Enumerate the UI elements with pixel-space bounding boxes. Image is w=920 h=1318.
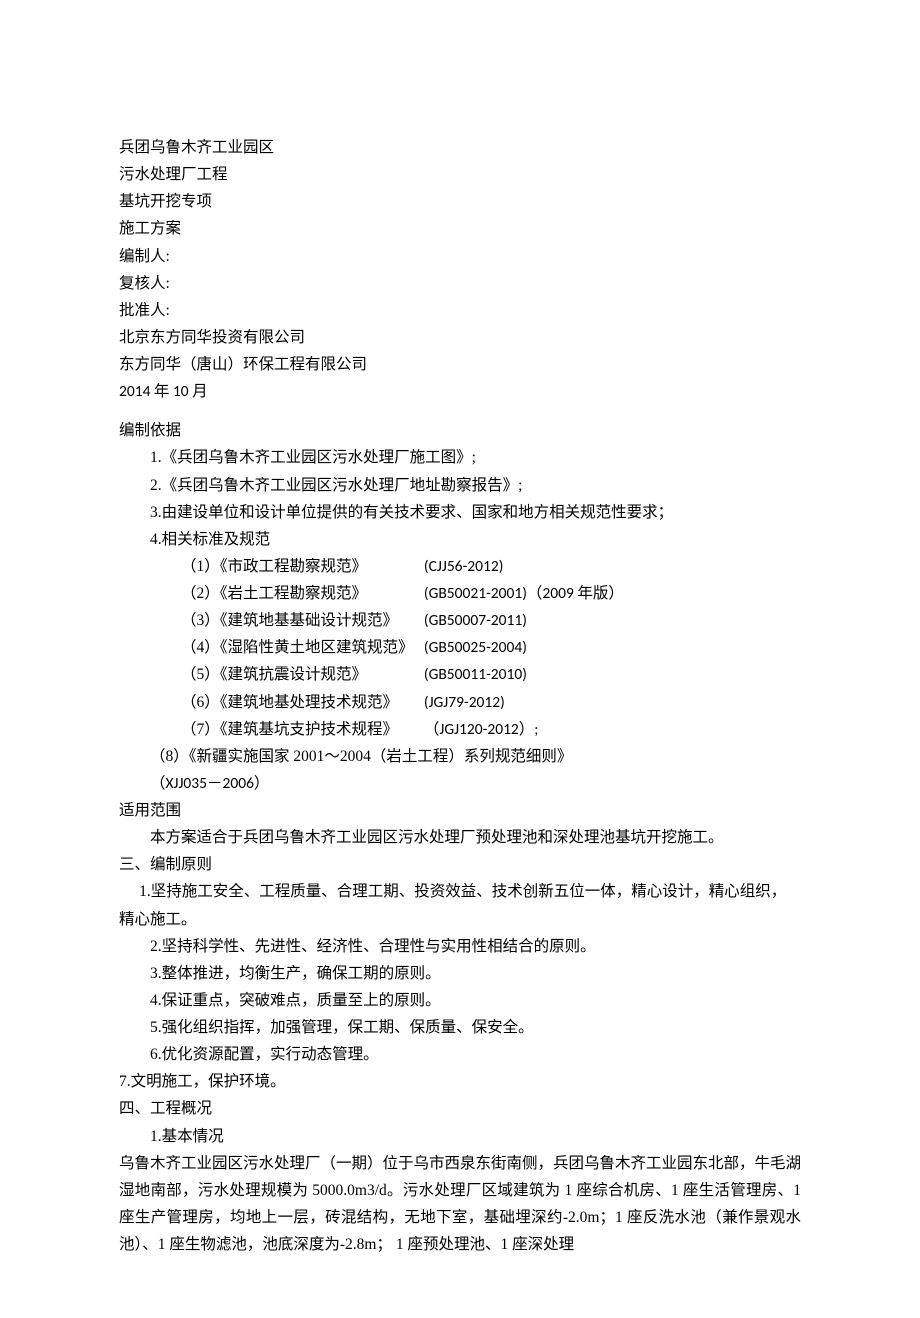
- company-line: 东方同华（唐山）环保工程有限公司: [119, 351, 801, 378]
- standard-name: （5）《建筑抗震设计规范》: [150, 661, 420, 688]
- list-item: 7.文明施工，保护环境。: [119, 1068, 801, 1095]
- standard-row: （1）《市政工程勘察规范》 (CJJ56-2012): [119, 553, 801, 580]
- list-item: 1.坚持施工安全、工程质量、合理工期、投资效益、技术创新五位一体，精心设计，精心…: [119, 878, 801, 932]
- date-line: 2014 年 10 月: [119, 378, 801, 405]
- standard-name: （1）《市政工程勘察规范》: [150, 553, 420, 580]
- standard-code: （JGJ120-2012）;: [424, 720, 539, 739]
- standard-code: (GB50025-2004): [424, 638, 527, 657]
- paragraph: 乌鲁木齐工业园区污水处理厂（一期）位于乌市西泉东街南侧，兵团乌鲁木齐工业园东北部…: [119, 1150, 801, 1259]
- standard-row: （2）《岩土工程勘察规范》 (GB50021-2001)（2009 年版）: [119, 580, 801, 607]
- standard-code-line: （XJJ035－2006）: [119, 770, 801, 797]
- standard-name: （6）《建筑地基处理技术规范》: [150, 689, 420, 716]
- standard-code: (GB50007-2011): [424, 611, 527, 630]
- standard-row: （3）《建筑地基基础设计规范》 (GB50007-2011): [119, 607, 801, 634]
- reviewer-line: 复核人:: [119, 270, 801, 297]
- title-block: 兵团乌鲁木齐工业园区 污水处理厂工程 基坑开挖专项 施工方案 编制人: 复核人:…: [119, 134, 801, 405]
- standard-row: （5）《建筑抗震设计规范》 (GB50011-2010): [119, 661, 801, 688]
- paragraph: 本方案适合于兵团乌鲁木齐工业园区污水处理厂预处理池和深处理池基坑开挖施工。: [119, 824, 801, 851]
- standard-name: （2）《岩土工程勘察规范》: [150, 580, 420, 607]
- standard-row: （8）《新疆实施国家 2001～2004（岩土工程）系列规范细则》: [119, 743, 801, 770]
- list-item: 6.优化资源配置，实行动态管理。: [119, 1041, 801, 1068]
- list-item: 4.保证重点，突破难点，质量至上的原则。: [119, 987, 801, 1014]
- title-line: 基坑开挖专项: [119, 188, 801, 215]
- standard-name: （7）《建筑基坑支护技术规程》: [150, 716, 420, 743]
- list-item: 3.由建设单位和设计单位提供的有关技术要求、国家和地方相关规范性要求；: [119, 499, 801, 526]
- company-line: 北京东方同华投资有限公司: [119, 324, 801, 351]
- title-line: 兵团乌鲁木齐工业园区: [119, 134, 801, 161]
- approver-line: 批准人:: [119, 297, 801, 324]
- title-line: 施工方案: [119, 215, 801, 242]
- standard-row: （6）《建筑地基处理技术规范》 (JGJ79-2012): [119, 689, 801, 716]
- section-heading-overview: 四、工程概况: [119, 1095, 801, 1122]
- standard-name: （4）《湿陷性黄土地区建筑规范》: [150, 634, 420, 661]
- standard-code: (GB50021-2001)（2009 年版）: [424, 584, 624, 603]
- standard-code: (CJJ56-2012): [424, 557, 504, 576]
- list-item: 1.《兵团乌鲁木齐工业园区污水处理厂施工图》;: [119, 444, 801, 471]
- standard-row: （4）《湿陷性黄土地区建筑规范》 (GB50025-2004): [119, 634, 801, 661]
- section-heading-basis: 编制依据: [119, 405, 801, 444]
- standard-row: （7）《建筑基坑支护技术规程》 （JGJ120-2012）;: [119, 716, 801, 743]
- list-item: 5.强化组织指挥，加强管理，保工期、保质量、保安全。: [119, 1014, 801, 1041]
- document-page: 兵团乌鲁木齐工业园区 污水处理厂工程 基坑开挖专项 施工方案 编制人: 复核人:…: [0, 0, 920, 1318]
- list-item: 3.整体推进，均衡生产，确保工期的原则。: [119, 960, 801, 987]
- standard-code: (JGJ79-2012): [424, 693, 505, 712]
- list-item: 2.坚持科学性、先进性、经济性、合理性与实用性相结合的原则。: [119, 933, 801, 960]
- subsection-heading: 1.基本情况: [119, 1123, 801, 1150]
- list-item: 2.《兵团乌鲁木齐工业园区污水处理厂地址勘察报告》;: [119, 472, 801, 499]
- section-heading-principles: 三、编制原则: [119, 851, 801, 878]
- compiler-line: 编制人:: [119, 243, 801, 270]
- section-heading-scope: 适用范围: [119, 797, 801, 824]
- title-line: 污水处理厂工程: [119, 161, 801, 188]
- list-item: 4.相关标准及规范: [119, 526, 801, 553]
- standard-name: （3）《建筑地基基础设计规范》: [150, 607, 420, 634]
- standard-code: (GB50011-2010): [424, 665, 527, 684]
